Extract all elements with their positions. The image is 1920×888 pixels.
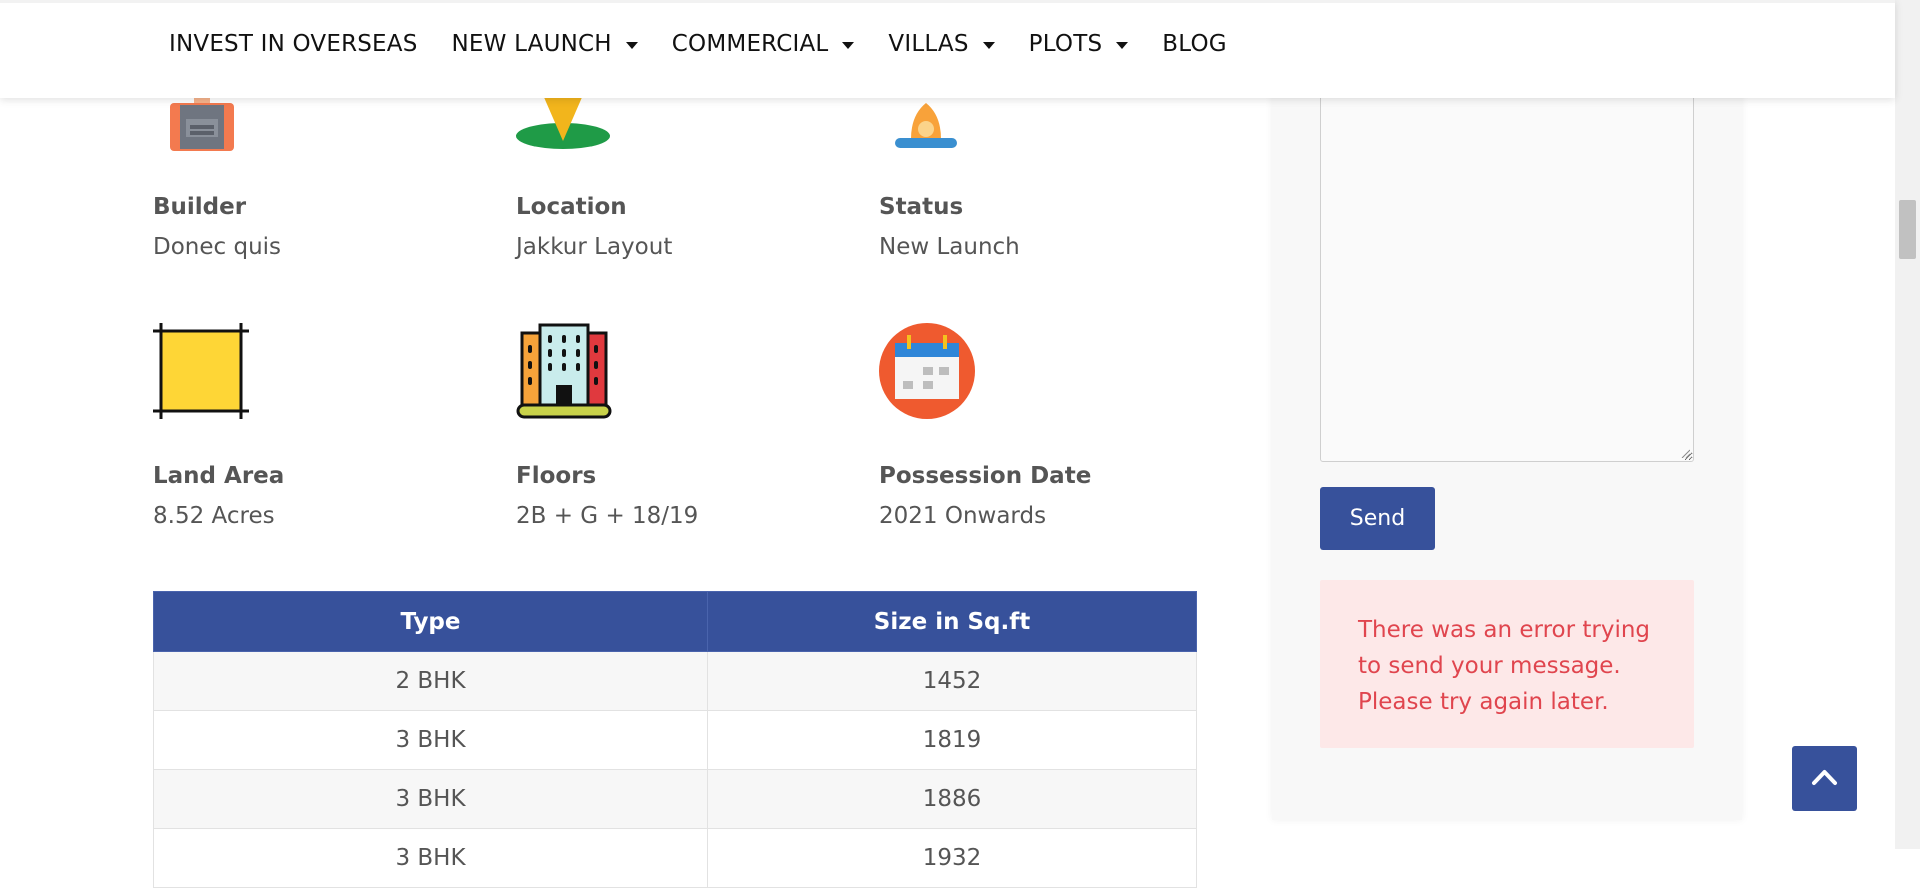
- nav-item-label: VILLAS: [888, 31, 969, 57]
- table-cell-size: 1452: [707, 651, 1197, 711]
- unit-size-table: Type Size in Sq.ft 2 BHK 1452 3 BHK 1819…: [153, 591, 1197, 888]
- nav-item-label: BLOG: [1162, 31, 1227, 57]
- feature-value-floors: 2B + G + 18/19: [516, 503, 699, 529]
- table-row: 3 BHK 1819: [153, 710, 1197, 770]
- error-alert: There was an error trying to send your m…: [1320, 580, 1694, 748]
- top-navigation-bar: INVEST IN OVERSEAS NEW LAUNCH COMMERCIAL…: [0, 0, 1895, 98]
- page-scrollbar[interactable]: [1895, 0, 1920, 849]
- table-row: 3 BHK 1932: [153, 828, 1197, 888]
- nav-item-blog[interactable]: BLOG: [1162, 31, 1227, 57]
- table-cell-size: 1886: [707, 769, 1197, 829]
- resize-grip-icon[interactable]: [1680, 448, 1690, 458]
- builder-icon: [170, 95, 234, 151]
- calendar-icon: [879, 323, 975, 419]
- feature-label-floors: Floors: [516, 463, 597, 489]
- feature-label-land-area: Land Area: [153, 463, 285, 489]
- status-bell-icon: [895, 103, 957, 148]
- main-nav: INVEST IN OVERSEAS NEW LAUNCH COMMERCIAL…: [169, 31, 1261, 57]
- feature-value-location: Jakkur Layout: [516, 234, 673, 260]
- chevron-down-icon: [1116, 41, 1129, 49]
- message-textarea[interactable]: [1320, 60, 1694, 462]
- chevron-up-icon: [1812, 770, 1837, 785]
- feature-label-location: Location: [516, 194, 627, 220]
- location-pin-icon: [516, 95, 610, 149]
- building-icon: [516, 323, 612, 419]
- table-header-type: Type: [153, 591, 708, 652]
- chevron-down-icon: [625, 41, 638, 49]
- table-cell-size: 1819: [707, 710, 1197, 770]
- nav-item-label: COMMERCIAL: [671, 31, 829, 57]
- table-header-row: Type Size in Sq.ft: [153, 591, 1197, 652]
- nav-item-invest-in-overseas[interactable]: INVEST IN OVERSEAS: [169, 31, 418, 57]
- nav-item-plots[interactable]: PLOTS: [1029, 31, 1129, 57]
- feature-value-land-area: 8.52 Acres: [153, 503, 275, 529]
- feature-value-possession-date: 2021 Onwards: [879, 503, 1047, 529]
- table-row: 3 BHK 1886: [153, 769, 1197, 829]
- table-cell-type: 3 BHK: [153, 828, 708, 888]
- land-area-icon: [153, 323, 249, 419]
- feature-label-builder: Builder: [153, 194, 247, 220]
- feature-label-status: Status: [879, 194, 964, 220]
- feature-label-possession-date: Possession Date: [879, 463, 1092, 489]
- table-cell-type: 2 BHK: [153, 651, 708, 711]
- nav-item-new-launch[interactable]: NEW LAUNCH: [452, 31, 638, 57]
- table-header-size: Size in Sq.ft: [707, 591, 1197, 652]
- feature-value-status: New Launch: [879, 234, 1020, 260]
- feature-value-builder: Donec quis: [153, 234, 282, 260]
- nav-item-label: NEW LAUNCH: [451, 31, 612, 57]
- nav-item-villas[interactable]: VILLAS: [888, 31, 995, 57]
- scrollbar-thumb[interactable]: [1899, 200, 1916, 259]
- nav-item-label: INVEST IN OVERSEAS: [169, 31, 418, 57]
- send-button[interactable]: Send: [1320, 487, 1435, 550]
- table-cell-type: 3 BHK: [153, 710, 708, 770]
- table-cell-type: 3 BHK: [153, 769, 708, 829]
- chevron-down-icon: [982, 41, 995, 49]
- table-row: 2 BHK 1452: [153, 651, 1197, 711]
- back-to-top-button[interactable]: [1792, 746, 1857, 811]
- nav-item-commercial[interactable]: COMMERCIAL: [672, 31, 855, 57]
- table-cell-size: 1932: [707, 828, 1197, 888]
- nav-item-label: PLOTS: [1028, 31, 1103, 57]
- chevron-down-icon: [842, 41, 855, 49]
